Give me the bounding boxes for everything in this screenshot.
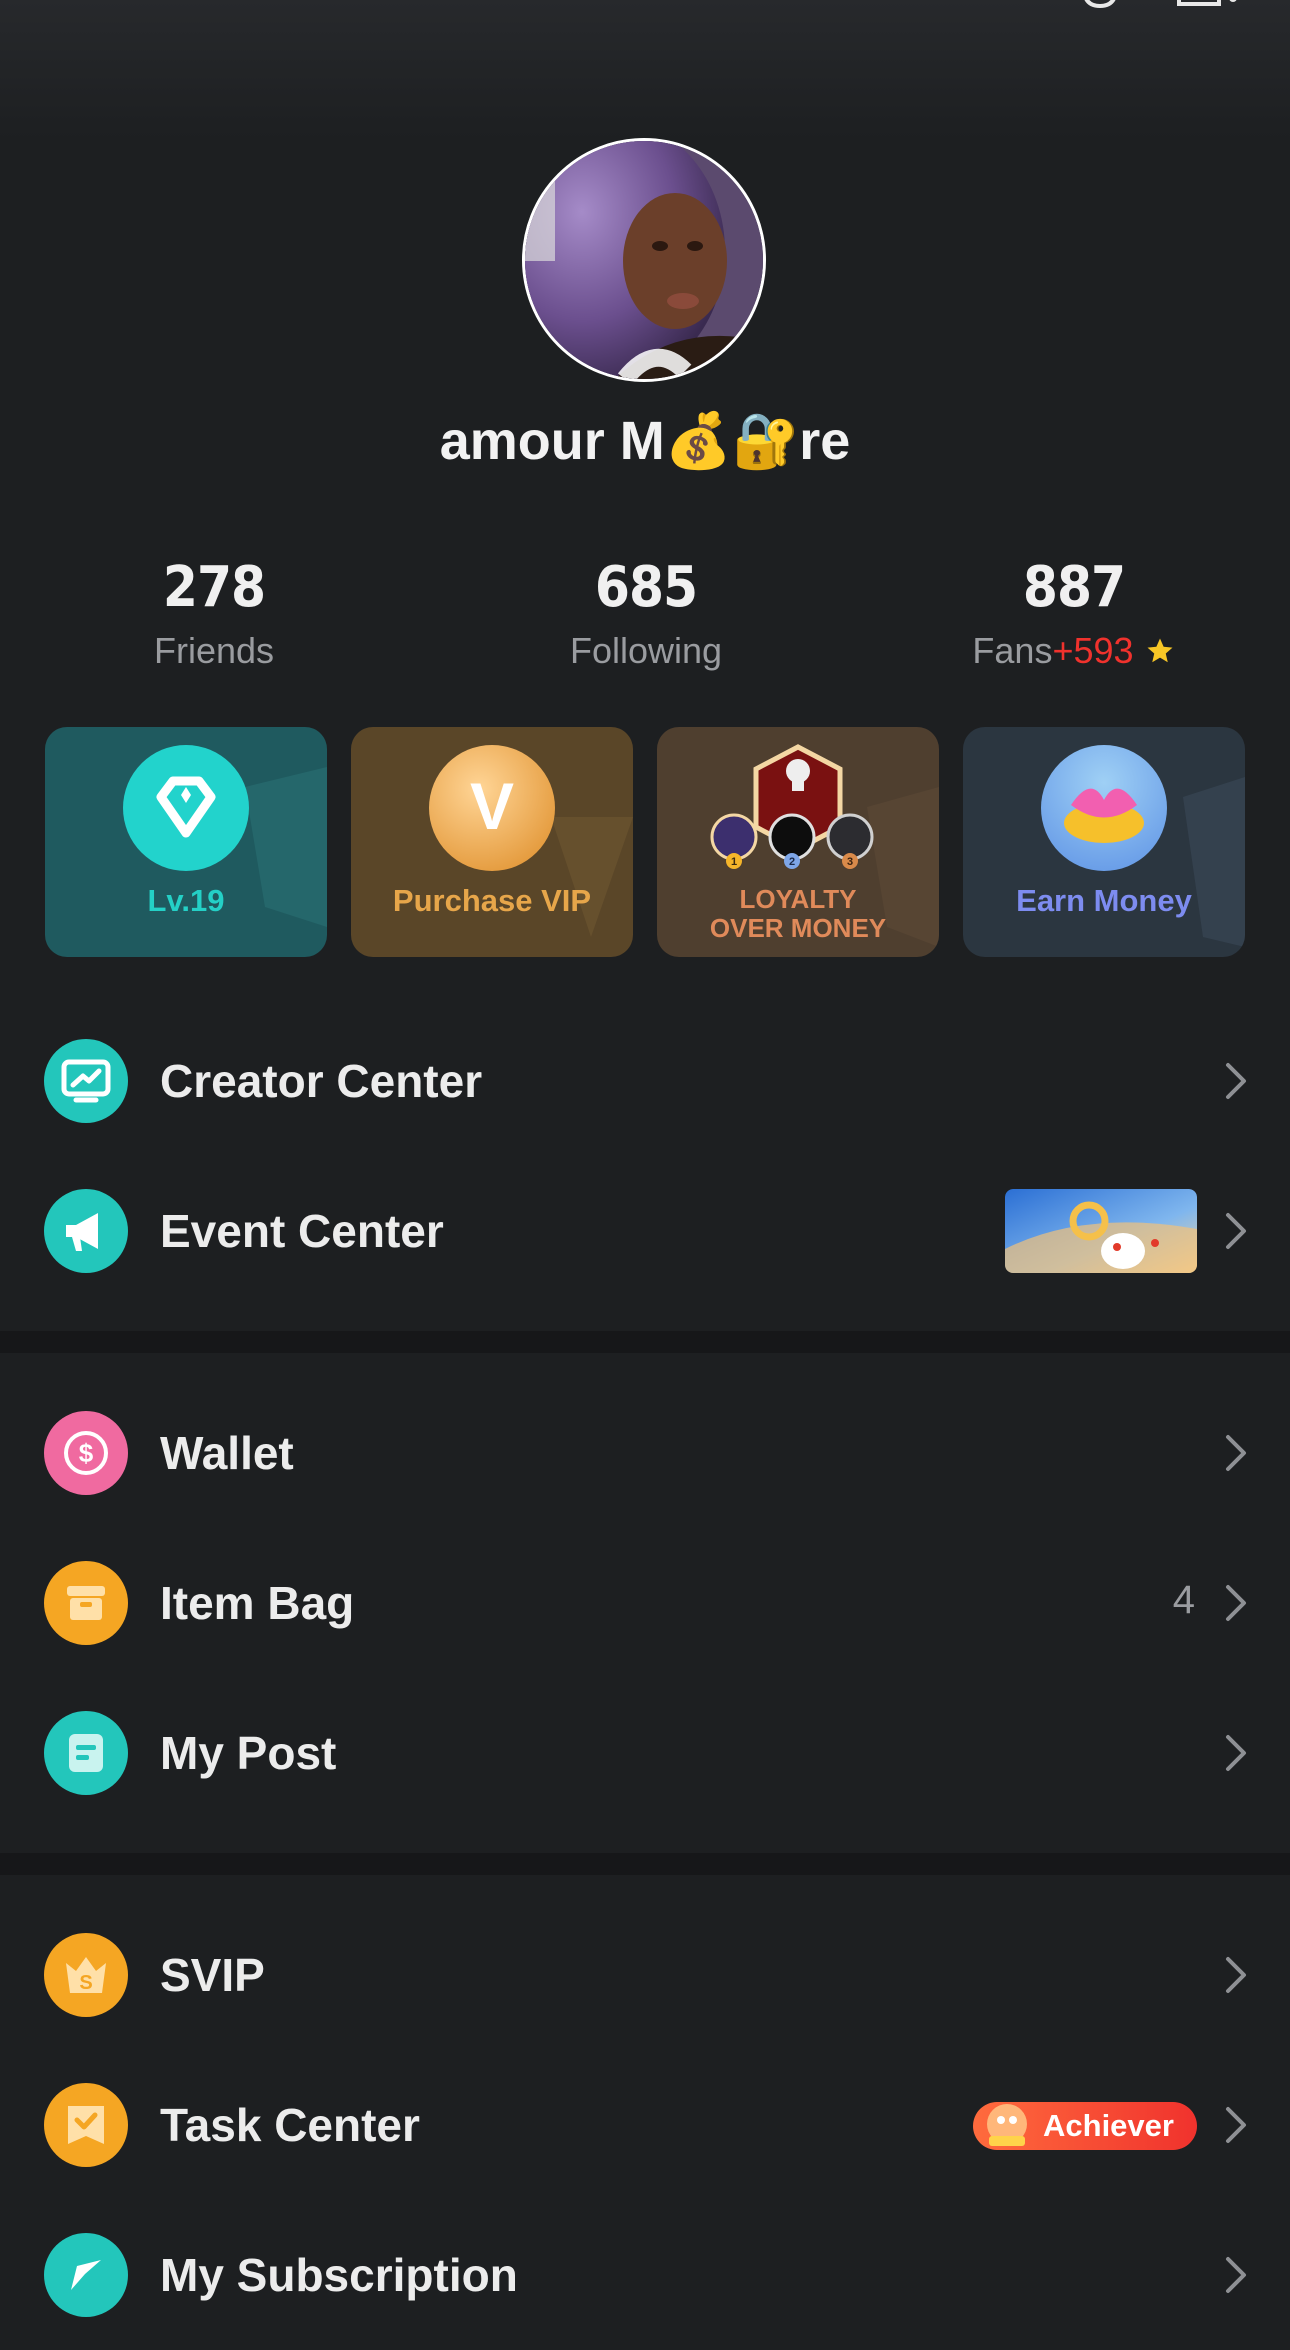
menu-wallet[interactable]: $ Wallet bbox=[0, 1378, 1290, 1528]
vip-card[interactable]: V Purchase VIP bbox=[351, 727, 633, 957]
menu-my-subscription[interactable]: My Subscription bbox=[0, 2200, 1290, 2350]
task-bookmark-icon bbox=[68, 2106, 104, 2144]
fans-label: Fans bbox=[972, 630, 1053, 671]
chart-trend-icon bbox=[61, 1059, 111, 1103]
level-label: Lv.19 bbox=[147, 883, 225, 918]
achiever-badge[interactable]: Achiever bbox=[973, 2102, 1197, 2150]
item-bag-count: 4 bbox=[1172, 1578, 1195, 1622]
vip-label: Purchase VIP bbox=[392, 883, 592, 918]
crown-icon: S bbox=[66, 1957, 106, 1994]
family-label: LOYALTY OVER MONEY bbox=[657, 885, 939, 943]
chevron-right-icon bbox=[1226, 2107, 1246, 2143]
item-bag-icon bbox=[44, 1561, 128, 1645]
vip-coin-icon: V bbox=[429, 745, 555, 871]
family-card[interactable]: 1 2 3 LOYALTY OVER MONEY bbox=[657, 727, 939, 957]
box-icon bbox=[67, 1586, 105, 1620]
my-post-icon bbox=[44, 1711, 128, 1795]
my-post-label: My Post bbox=[160, 1727, 337, 1779]
top-fade bbox=[0, 0, 1290, 140]
chevron-right-icon bbox=[1226, 1213, 1246, 1249]
chevron-right-icon bbox=[1226, 1957, 1246, 1993]
menu-event-center[interactable]: Event Center bbox=[0, 1156, 1290, 1306]
diamond-level-icon bbox=[123, 745, 249, 871]
stat-following[interactable]: 685 Following bbox=[496, 555, 796, 672]
fans-label-row: Fans+593 bbox=[924, 630, 1224, 672]
chevron-right-icon bbox=[1226, 1735, 1246, 1771]
family-rank-3: 3 bbox=[847, 856, 853, 868]
task-center-icon bbox=[44, 2083, 128, 2167]
menu-creator-center[interactable]: Creator Center bbox=[0, 1006, 1290, 1156]
friends-count: 278 bbox=[162, 555, 266, 620]
svg-text:$: $ bbox=[79, 1438, 94, 1468]
menu-item-bag[interactable]: Item Bag 4 bbox=[0, 1528, 1290, 1678]
earn-card[interactable]: Earn Money bbox=[963, 727, 1245, 957]
avatar-image bbox=[525, 141, 763, 379]
svg-text:S: S bbox=[79, 1972, 92, 1994]
username: amour M💰🔐re bbox=[439, 411, 851, 471]
menu-my-post[interactable]: My Post bbox=[0, 1678, 1290, 1828]
following-label: Following bbox=[569, 630, 723, 671]
chevron-right-icon bbox=[1226, 1063, 1246, 1099]
friends-label: Friends bbox=[153, 630, 275, 671]
document-icon bbox=[69, 1734, 103, 1772]
chevron-right-icon bbox=[1226, 2257, 1246, 2293]
fans-new-count: +593 bbox=[1052, 630, 1134, 671]
family-rank-2: 2 bbox=[789, 856, 795, 868]
sparkle-icon bbox=[71, 2260, 101, 2290]
notification-icon[interactable] bbox=[1080, 0, 1120, 12]
event-label: Event Center bbox=[160, 1205, 444, 1257]
earn-label: Earn Money bbox=[1016, 883, 1192, 918]
menu-svip[interactable]: S SVIP bbox=[0, 1900, 1290, 2050]
achiever-label: Achiever bbox=[1043, 2108, 1174, 2143]
subscription-icon bbox=[44, 2233, 128, 2317]
dollar-coin-icon: $ bbox=[64, 1431, 108, 1475]
avatar[interactable] bbox=[522, 138, 766, 382]
level-card[interactable]: Lv.19 bbox=[45, 727, 327, 957]
creator-icon bbox=[44, 1039, 128, 1123]
menu-task-center[interactable]: Task Center Achiever bbox=[0, 2050, 1290, 2200]
chevron-right-icon bbox=[1226, 1585, 1246, 1621]
creator-label: Creator Center bbox=[160, 1055, 483, 1107]
star-icon bbox=[1147, 638, 1173, 663]
wallet-icon: $ bbox=[44, 1411, 128, 1495]
vip-glyph: V bbox=[470, 769, 514, 843]
family-label-line1: LOYALTY bbox=[739, 884, 857, 914]
family-rank-1: 1 bbox=[731, 856, 737, 868]
family-label-line2: OVER MONEY bbox=[709, 913, 887, 943]
stat-fans[interactable]: 887 Fans+593 bbox=[924, 555, 1224, 672]
event-icon bbox=[44, 1189, 128, 1273]
fans-count: 887 bbox=[1022, 555, 1126, 620]
stat-friends[interactable]: 278 Friends bbox=[64, 555, 364, 672]
event-banner-image[interactable] bbox=[1005, 1189, 1197, 1273]
section-divider bbox=[0, 1331, 1290, 1353]
family-badge-icon: 1 2 3 bbox=[710, 744, 874, 869]
wallet-label: Wallet bbox=[160, 1427, 294, 1479]
task-center-label: Task Center bbox=[160, 2099, 420, 2151]
earn-money-icon bbox=[1041, 745, 1167, 871]
section-divider bbox=[0, 1853, 1290, 1875]
item-bag-label: Item Bag bbox=[160, 1577, 355, 1629]
chevron-right-icon bbox=[1226, 1435, 1246, 1471]
svip-label: SVIP bbox=[160, 1949, 265, 2001]
megaphone-icon bbox=[66, 1213, 98, 1251]
settings-icon[interactable] bbox=[1175, 0, 1245, 12]
top-icons bbox=[1084, 0, 1290, 20]
svip-icon: S bbox=[44, 1933, 128, 2017]
achiever-mascot-icon bbox=[987, 2104, 1027, 2146]
following-count: 685 bbox=[594, 555, 698, 620]
